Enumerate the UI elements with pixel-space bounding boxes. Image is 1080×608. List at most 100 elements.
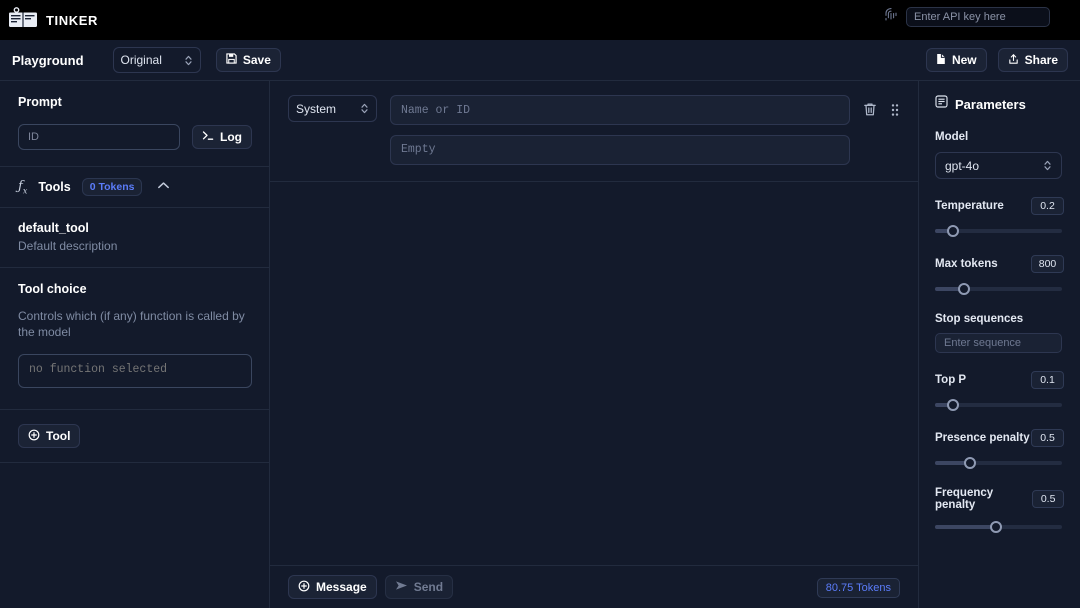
message-role-value: System — [296, 101, 337, 116]
api-key-area — [884, 7, 1050, 27]
tool-choice-textarea[interactable] — [18, 354, 252, 389]
floppy-disk-icon — [226, 53, 237, 67]
message-panel: System Name or ID Empty Message Send 80.… — [270, 81, 918, 608]
new-button-label: New — [951, 53, 977, 67]
chevron-updown-icon — [184, 54, 193, 67]
max-tokens-value[interactable]: 800 — [1031, 255, 1064, 273]
max-tokens-group: Max tokens 800 — [935, 255, 1064, 295]
parameters-panel: Parameters Model gpt-4o Temperature 0.2 … — [918, 81, 1080, 608]
ledger-icon — [8, 6, 38, 34]
model-select-value: gpt-4o — [945, 158, 980, 173]
presence-penalty-group: Presence penalty 0.5 — [935, 429, 1064, 469]
playground-toolbar: Playground Original Save New Share — [0, 40, 1080, 81]
brand[interactable]: TINKER — [0, 6, 98, 34]
message-row: System — [270, 81, 918, 182]
trash-icon[interactable] — [863, 102, 877, 117]
save-button-label: Save — [242, 53, 271, 67]
frequency-penalty-value[interactable]: 0.5 — [1032, 490, 1064, 508]
sliders-icon — [935, 95, 948, 113]
top-p-label: Top P — [935, 374, 967, 386]
tools-label: Tools — [38, 180, 71, 194]
presence-penalty-slider[interactable] — [935, 457, 1062, 469]
share-button-label: Share — [1024, 53, 1058, 67]
prompt-id-input[interactable] — [18, 124, 180, 150]
top-bar: TINKER — [0, 0, 1080, 40]
max-tokens-label: Max tokens — [935, 258, 998, 270]
message-content-textarea[interactable] — [390, 135, 850, 165]
send-arrow-icon — [395, 580, 408, 594]
message-name-input[interactable] — [390, 95, 850, 125]
send-button[interactable]: Send — [384, 575, 454, 599]
body: Prompt Log ƒx Tools 0 Tok — [0, 81, 1080, 608]
temperature-value[interactable]: 0.2 — [1031, 197, 1064, 215]
page-title: Playground — [12, 52, 84, 68]
temperature-group: Temperature 0.2 — [935, 197, 1064, 237]
tools-token-badge: 0 Tokens — [81, 178, 143, 196]
toolbar-right-actions: New Share — [925, 48, 1068, 72]
slider-thumb[interactable] — [958, 283, 970, 295]
slider-thumb[interactable] — [946, 399, 959, 411]
fingerprint-icon[interactable] — [884, 7, 898, 27]
model-group: Model gpt-4o — [935, 131, 1064, 179]
message-actions — [863, 95, 900, 117]
add-message-button[interactable]: Message — [288, 575, 377, 599]
fx-icon: ƒx — [18, 178, 28, 196]
log-button-label: Log — [220, 130, 242, 144]
top-p-group: Top P 0.1 — [935, 371, 1064, 411]
frequency-penalty-group: Frequency penalty 0.5 — [935, 487, 1064, 533]
token-count-area: 80.75 Tokens — [816, 578, 900, 598]
plus-circle-icon — [298, 580, 310, 595]
message-list: System — [270, 81, 918, 565]
presence-penalty-value[interactable]: 0.5 — [1031, 429, 1064, 447]
tool-choice-section: Tool choice Controls which (if any) func… — [0, 268, 269, 411]
frequency-penalty-slider[interactable] — [935, 521, 1062, 533]
prompt-row: Log — [18, 124, 252, 150]
parameters-header: Parameters — [935, 95, 1064, 113]
add-message-button-label: Message — [316, 580, 367, 594]
parameters-title: Parameters — [955, 96, 1026, 112]
presence-penalty-label: Presence penalty — [935, 432, 1030, 444]
slider-thumb[interactable] — [946, 225, 959, 237]
slider-thumb[interactable] — [990, 521, 1003, 533]
save-button[interactable]: Save — [215, 48, 281, 72]
stop-sequences-group: Stop sequences — [935, 313, 1064, 353]
temperature-label: Temperature — [935, 200, 1004, 212]
preset-select-value: Original — [120, 53, 162, 67]
model-select[interactable]: gpt-4o — [935, 152, 1062, 179]
message-role-select[interactable]: System — [288, 95, 377, 122]
message-bottom-bar: Message Send 80.75 Tokens — [270, 565, 918, 608]
temperature-slider[interactable] — [935, 225, 1062, 237]
tools-header[interactable]: ƒx Tools 0 Tokens — [0, 167, 269, 208]
api-key-input[interactable] — [906, 7, 1050, 27]
prompt-section-title: Prompt — [18, 95, 62, 109]
tool-choice-description: Controls which (if any) function is call… — [18, 309, 245, 340]
slider-fill — [935, 525, 997, 529]
stop-sequences-input[interactable] — [935, 333, 1062, 353]
model-label: Model — [935, 131, 969, 143]
chevron-up-icon[interactable] — [157, 181, 170, 193]
preset-select[interactable]: Original — [112, 47, 201, 73]
prompt-section: Prompt Log — [0, 81, 269, 167]
share-upload-icon — [1008, 53, 1019, 68]
top-p-slider[interactable] — [935, 399, 1062, 411]
max-tokens-slider[interactable] — [935, 283, 1062, 295]
brand-name: TINKER — [46, 12, 98, 28]
new-button[interactable]: New — [925, 48, 987, 72]
add-tool-button[interactable]: Tool — [18, 424, 81, 449]
drag-handle-icon[interactable] — [890, 103, 900, 117]
tool-description: Default description — [18, 239, 118, 253]
tool-list-item[interactable]: default_tool Default description — [0, 208, 269, 268]
terminal-icon — [202, 130, 214, 144]
top-p-value[interactable]: 0.1 — [1031, 371, 1064, 389]
token-count-badge: 80.75 Tokens — [816, 578, 900, 598]
left-sidebar: Prompt Log ƒx Tools 0 Tok — [0, 81, 270, 608]
add-tool-button-label: Tool — [46, 429, 71, 444]
frequency-penalty-label: Frequency penalty — [935, 487, 994, 511]
app-root: TINKER Playground Original — [0, 0, 1080, 608]
stop-sequences-label: Stop sequences — [935, 313, 1024, 325]
share-button[interactable]: Share — [997, 48, 1068, 72]
tool-choice-title: Tool choice — [18, 282, 87, 296]
tool-name: default_tool — [18, 221, 89, 235]
log-button[interactable]: Log — [192, 125, 252, 149]
slider-thumb[interactable] — [963, 457, 976, 469]
